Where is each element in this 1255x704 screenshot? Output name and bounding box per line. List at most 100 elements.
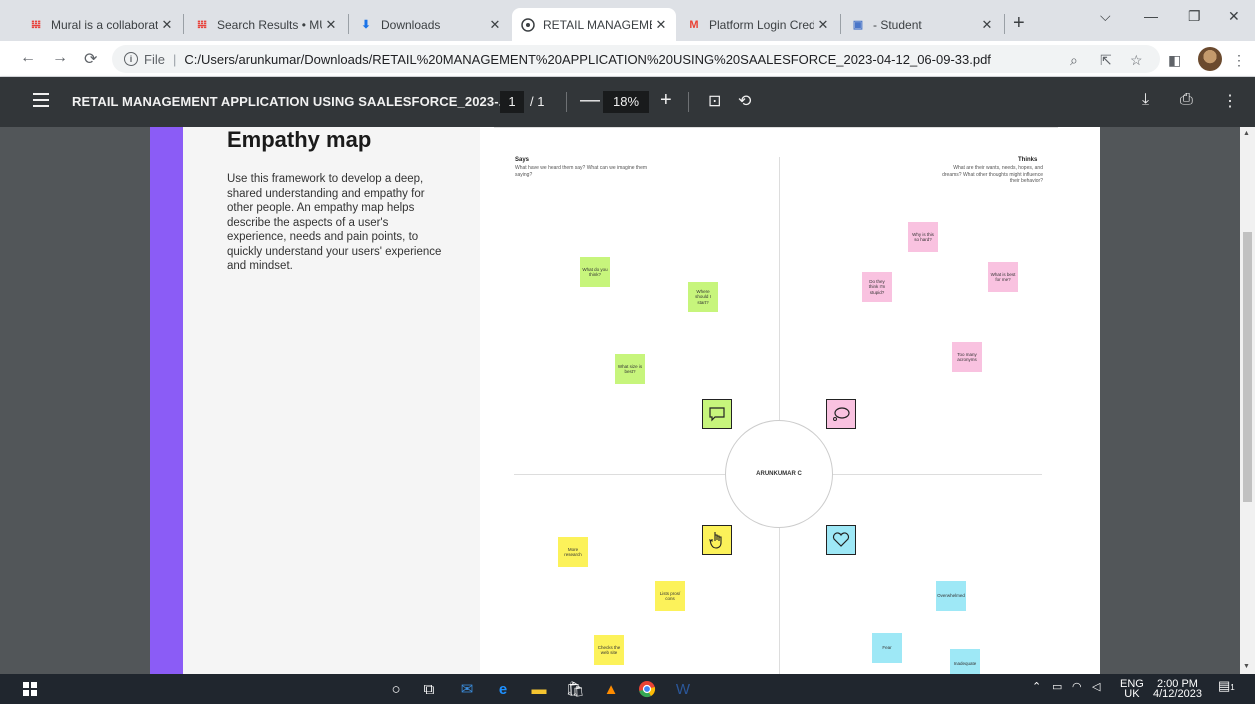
tab-downloads[interactable]: ⬇ Downloads ✕ [350, 8, 510, 41]
reload-icon[interactable]: ⟳ [84, 49, 97, 69]
info-icon[interactable]: i [124, 52, 138, 66]
bookmark-star-icon[interactable]: ☆ [1130, 52, 1143, 69]
chrome-icon[interactable] [636, 679, 658, 699]
sticky-note: Inadequate [950, 649, 980, 674]
tab-title: RETAIL MANAGEMEN [543, 17, 652, 32]
sticky-note: Why is this so hard? [908, 222, 938, 252]
profile-avatar[interactable] [1198, 47, 1222, 71]
accent-bar [150, 127, 183, 674]
hamburger-menu-icon[interactable] [33, 93, 49, 111]
side-panel-icon[interactable]: ◧ [1168, 52, 1181, 69]
clock[interactable]: 2:00 PM 4/12/2023 [1153, 679, 1202, 700]
sticky-note: Checks the web site [594, 635, 624, 665]
sticky-note: Fear [872, 633, 902, 663]
sticky-note: Overwhelmed [936, 581, 966, 611]
zoom-out-button[interactable]: — [580, 89, 600, 112]
close-window-button[interactable]: ✕ [1228, 8, 1240, 25]
page-number-input[interactable]: 1 [500, 91, 524, 113]
tab-title: - Student [873, 17, 922, 32]
speech-bubble-icon [702, 399, 732, 429]
url-scheme: File [144, 51, 165, 67]
says-subtitle: What have we heard them say? What can we… [515, 165, 648, 178]
close-icon[interactable]: ✕ [652, 17, 670, 33]
mural-icon: 𝍐 [31, 19, 41, 31]
mail-icon[interactable]: ✉ [456, 679, 478, 699]
sticky-note: Lists pros/ cons [655, 581, 685, 611]
new-tab-button[interactable]: + [1013, 12, 1025, 35]
sticky-note: More research [558, 537, 588, 567]
language-indicator[interactable]: ENG UK [1120, 679, 1144, 700]
sticky-note: What do you think? [580, 257, 610, 287]
cortana-search-icon[interactable]: ○ [385, 679, 407, 699]
browser-toolbar: ← → ⟳ i File | C:/Users/arunkumar/Downlo… [0, 41, 1255, 77]
close-icon[interactable]: ✕ [486, 17, 504, 33]
empathy-map: Says What have we heard them say? What c… [480, 127, 1100, 674]
minimize-button[interactable]: — [1144, 8, 1158, 24]
page-heading: Empathy map [227, 127, 372, 152]
tab-retail-management[interactable]: RETAIL MANAGEMEN ✕ [512, 8, 676, 41]
sticky-note: Where should I start? [688, 282, 718, 312]
zoom-level-input[interactable]: 18% [603, 91, 649, 113]
more-options-icon[interactable]: ⋮ [1222, 91, 1238, 111]
region-code: UK [1124, 688, 1140, 700]
thinks-subtitle: What are their wants, needs, hopes, and … [942, 165, 1043, 184]
windows-start-icon[interactable] [19, 679, 41, 699]
store-icon[interactable]: 🛍 [564, 679, 586, 699]
download-icon: ⬇ [361, 19, 371, 31]
forward-arrow-icon[interactable]: → [52, 49, 68, 67]
fit-page-icon[interactable]: ⊡ [708, 91, 721, 111]
tab-student[interactable]: ▣ - Student ✕ [842, 8, 1002, 41]
address-bar[interactable]: i File | C:/Users/arunkumar/Downloads/RE… [112, 45, 1160, 73]
says-label: Says [515, 157, 530, 163]
pointing-hand-icon [702, 525, 732, 555]
scrollbar-thumb[interactable] [1243, 232, 1252, 502]
pdf-page: Empathy map Use this framework to develo… [150, 127, 1100, 674]
pdf-toolbar: RETAIL MANAGEMENT APPLICATION USING SAAL… [0, 77, 1255, 127]
notification-center-icon[interactable]: ▤1 [1218, 679, 1235, 693]
edge-icon[interactable]: e [492, 679, 514, 699]
share-icon[interactable]: ⇱ [1100, 52, 1112, 69]
close-icon[interactable]: ✕ [158, 17, 176, 33]
tab-mural[interactable]: 𝍐 Mural is a collaborat ✕ [20, 8, 182, 41]
pdf-viewport: Empathy map Use this framework to develo… [0, 127, 1240, 674]
page-total: / 1 [530, 94, 545, 109]
volume-icon[interactable]: ◁ [1092, 682, 1100, 693]
file-explorer-icon[interactable]: ▬ [528, 679, 550, 699]
zoom-lens-icon[interactable]: ⌕ [1070, 52, 1078, 69]
zoom-in-button[interactable]: + [660, 89, 672, 112]
persona-name: ARUNKUMAR C [725, 420, 833, 528]
menu-kebab-icon[interactable]: ⋮ [1232, 52, 1246, 69]
intro-panel: Empathy map Use this framework to develo… [150, 127, 480, 674]
url-text: C:/Users/arunkumar/Downloads/RETAIL%20MA… [184, 51, 991, 67]
thinks-label: Thinks [1018, 157, 1038, 163]
word-icon[interactable]: W [672, 679, 694, 699]
back-arrow-icon[interactable]: ← [20, 49, 36, 67]
tab-title: Downloads [381, 17, 441, 32]
close-icon[interactable]: ✕ [814, 17, 832, 33]
battery-icon[interactable]: ▭ [1052, 682, 1062, 693]
tab-search-results[interactable]: 𝍐 Search Results • MUR ✕ [186, 8, 346, 41]
tab-search-chevron-icon[interactable]: ⌵ [1100, 8, 1111, 25]
tab-platform-login[interactable]: M Platform Login Crede ✕ [678, 8, 838, 41]
tab-title: Mural is a collaborat [51, 17, 158, 32]
mural-icon: 𝍐 [197, 19, 207, 31]
clock-date: 4/12/2023 [1153, 688, 1202, 700]
doc-icon: ▣ [852, 19, 864, 31]
show-hidden-icons-chevron[interactable]: ⌃ [1032, 682, 1041, 693]
browser-tab-strip: 𝍐 Mural is a collaborat ✕ 𝍐 Search Resul… [0, 0, 1255, 41]
download-icon[interactable]: ⤓ [1142, 91, 1149, 109]
rotate-icon[interactable]: ⟲ [738, 91, 751, 111]
gmail-icon: M [689, 18, 699, 31]
restore-button[interactable]: ❐ [1188, 8, 1201, 25]
close-icon[interactable]: ✕ [978, 17, 996, 33]
vlc-icon[interactable]: ▲ [600, 679, 622, 699]
wifi-icon[interactable]: ◠ [1072, 682, 1082, 693]
print-icon[interactable]: ⎙ [1180, 91, 1193, 109]
task-view-icon[interactable]: ⧉ [418, 679, 440, 699]
sticky-note: What size is best? [615, 354, 645, 384]
tab-title: Search Results • MUR [217, 17, 322, 32]
heart-icon [826, 525, 856, 555]
vertical-scrollbar[interactable]: ▲ ▼ [1240, 127, 1255, 674]
close-icon[interactable]: ✕ [322, 17, 340, 33]
tab-title: Platform Login Crede [709, 17, 814, 32]
